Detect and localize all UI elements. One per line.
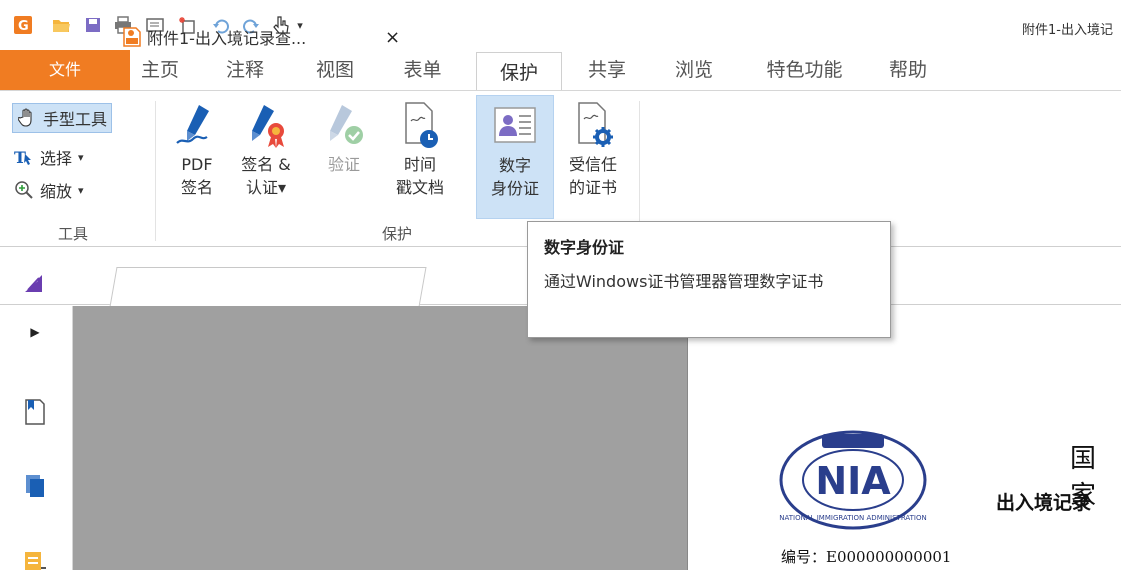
tooltip-title: 数字身份证 <box>544 238 625 257</box>
tab-file[interactable]: 文件 <box>0 50 130 90</box>
left-sidebar: ▶ <box>0 306 73 570</box>
pen-sign-icon <box>176 105 209 144</box>
close-tab-icon[interactable]: × <box>385 27 400 48</box>
tab-features[interactable]: 特色功能 <box>747 50 862 90</box>
document-tab-content[interactable]: 附件1-出入境记录查... <box>123 22 306 52</box>
zoom-dropdown-icon[interactable]: ▾ <box>78 184 84 197</box>
id-card-icon <box>494 107 536 143</box>
group-separator <box>639 101 640 241</box>
text-select-icon: T <box>14 147 34 167</box>
trusted-certificates-button[interactable]: 受信任 的证书 <box>558 95 628 199</box>
document-subheading: 出入境记录 <box>996 492 1092 514</box>
hand-tool-label: 手型工具 <box>43 110 108 129</box>
verify-label: 验证 <box>327 155 360 174</box>
bookmark-icon[interactable] <box>22 398 48 426</box>
digital-id-button[interactable]: 数字 身份证 <box>476 95 554 219</box>
open-folder-icon[interactable] <box>52 16 70 34</box>
timestamp-label-2: 戳文档 <box>395 178 444 197</box>
pages-thumbnail-icon[interactable] <box>22 472 48 500</box>
timestamp-button[interactable]: 时间 戳文档 <box>390 95 450 199</box>
digital-id-label-2: 身份证 <box>490 179 539 198</box>
hand-tool-button[interactable]: 手型工具 <box>12 103 113 133</box>
select-dropdown-icon[interactable]: ▾ <box>78 151 84 164</box>
pdf-sign-button[interactable]: PDF 签名 <box>167 95 227 199</box>
trusted-cert-label-2: 的证书 <box>568 178 617 197</box>
svg-text:T: T <box>14 148 26 166</box>
nia-logo: NIA NATIONAL IMMIGRATION ADMINISTRATION <box>779 430 927 530</box>
tooltip-body: 通过Windows证书管理器管理数字证书 <box>544 272 824 291</box>
nia-logo-text: NIA <box>815 459 891 503</box>
tab-protect[interactable]: 保护 <box>476 52 562 92</box>
sign-certify-label-1: 签名 & <box>241 155 291 174</box>
sign-certify-label-2: 认证▾ <box>245 178 287 197</box>
trusted-cert-label-1: 受信任 <box>568 155 617 174</box>
document-canvas <box>73 306 687 570</box>
pdf-file-icon <box>123 27 141 47</box>
zoom-tool-label: 缩放 <box>40 182 73 201</box>
protect-group-label: 保护 <box>382 225 413 243</box>
expand-panel-icon[interactable]: ▶ <box>22 318 48 346</box>
select-tool-label: 选择 <box>40 149 73 168</box>
zoom-icon <box>14 180 34 200</box>
tab-help[interactable]: 帮助 <box>875 50 941 90</box>
certificate-gear-icon <box>578 102 613 147</box>
zoom-tool-button[interactable]: 缩放 ▾ <box>14 175 84 205</box>
tab-comment[interactable]: 注释 <box>215 50 275 90</box>
pdf-sign-label-2: 签名 <box>180 178 213 197</box>
app-logo-icon[interactable]: G <box>14 16 32 34</box>
app-tab-icon[interactable] <box>22 272 48 298</box>
layers-icon[interactable] <box>22 546 48 570</box>
tab-form[interactable]: 表单 <box>390 50 455 90</box>
save-icon[interactable] <box>84 16 102 34</box>
verify-button[interactable]: 验证 <box>314 95 374 176</box>
tab-home[interactable]: 主页 <box>130 50 190 90</box>
tab-share[interactable]: 共享 <box>575 50 639 90</box>
document-number: 编号：E000000000001 <box>781 548 952 566</box>
menu-bar: 文件 主页 注释 视图 表单 保护 共享 浏览 特色功能 帮助 <box>0 50 1121 92</box>
tools-group-label: 工具 <box>58 225 89 243</box>
timestamp-label-1: 时间 <box>403 155 436 174</box>
group-separator <box>155 101 156 241</box>
svg-text:G: G <box>18 19 29 33</box>
pdf-sign-label-1: PDF <box>181 155 213 174</box>
tab-browse[interactable]: 浏览 <box>662 50 726 90</box>
select-tool-button[interactable]: T 选择 ▾ <box>14 142 84 172</box>
verify-icon <box>330 105 363 144</box>
nia-logo-ring-text: NATIONAL IMMIGRATION ADMINISTRATION <box>779 514 926 522</box>
document-tab[interactable] <box>109 267 427 307</box>
hand-icon <box>17 108 37 128</box>
certify-ribbon-icon <box>252 105 284 148</box>
sign-certify-button[interactable]: 签名 & 认证▾ <box>236 95 296 199</box>
digital-id-label-1: 数字 <box>498 156 531 175</box>
tab-view[interactable]: 视图 <box>305 50 365 90</box>
window-title: 附件1-出入境记 <box>1022 23 1113 38</box>
clock-document-icon <box>405 102 438 148</box>
document-tab-title: 附件1-出入境记录查... <box>147 29 307 48</box>
digital-id-tooltip: 数字身份证 通过Windows证书管理器管理数字证书 <box>527 221 891 338</box>
